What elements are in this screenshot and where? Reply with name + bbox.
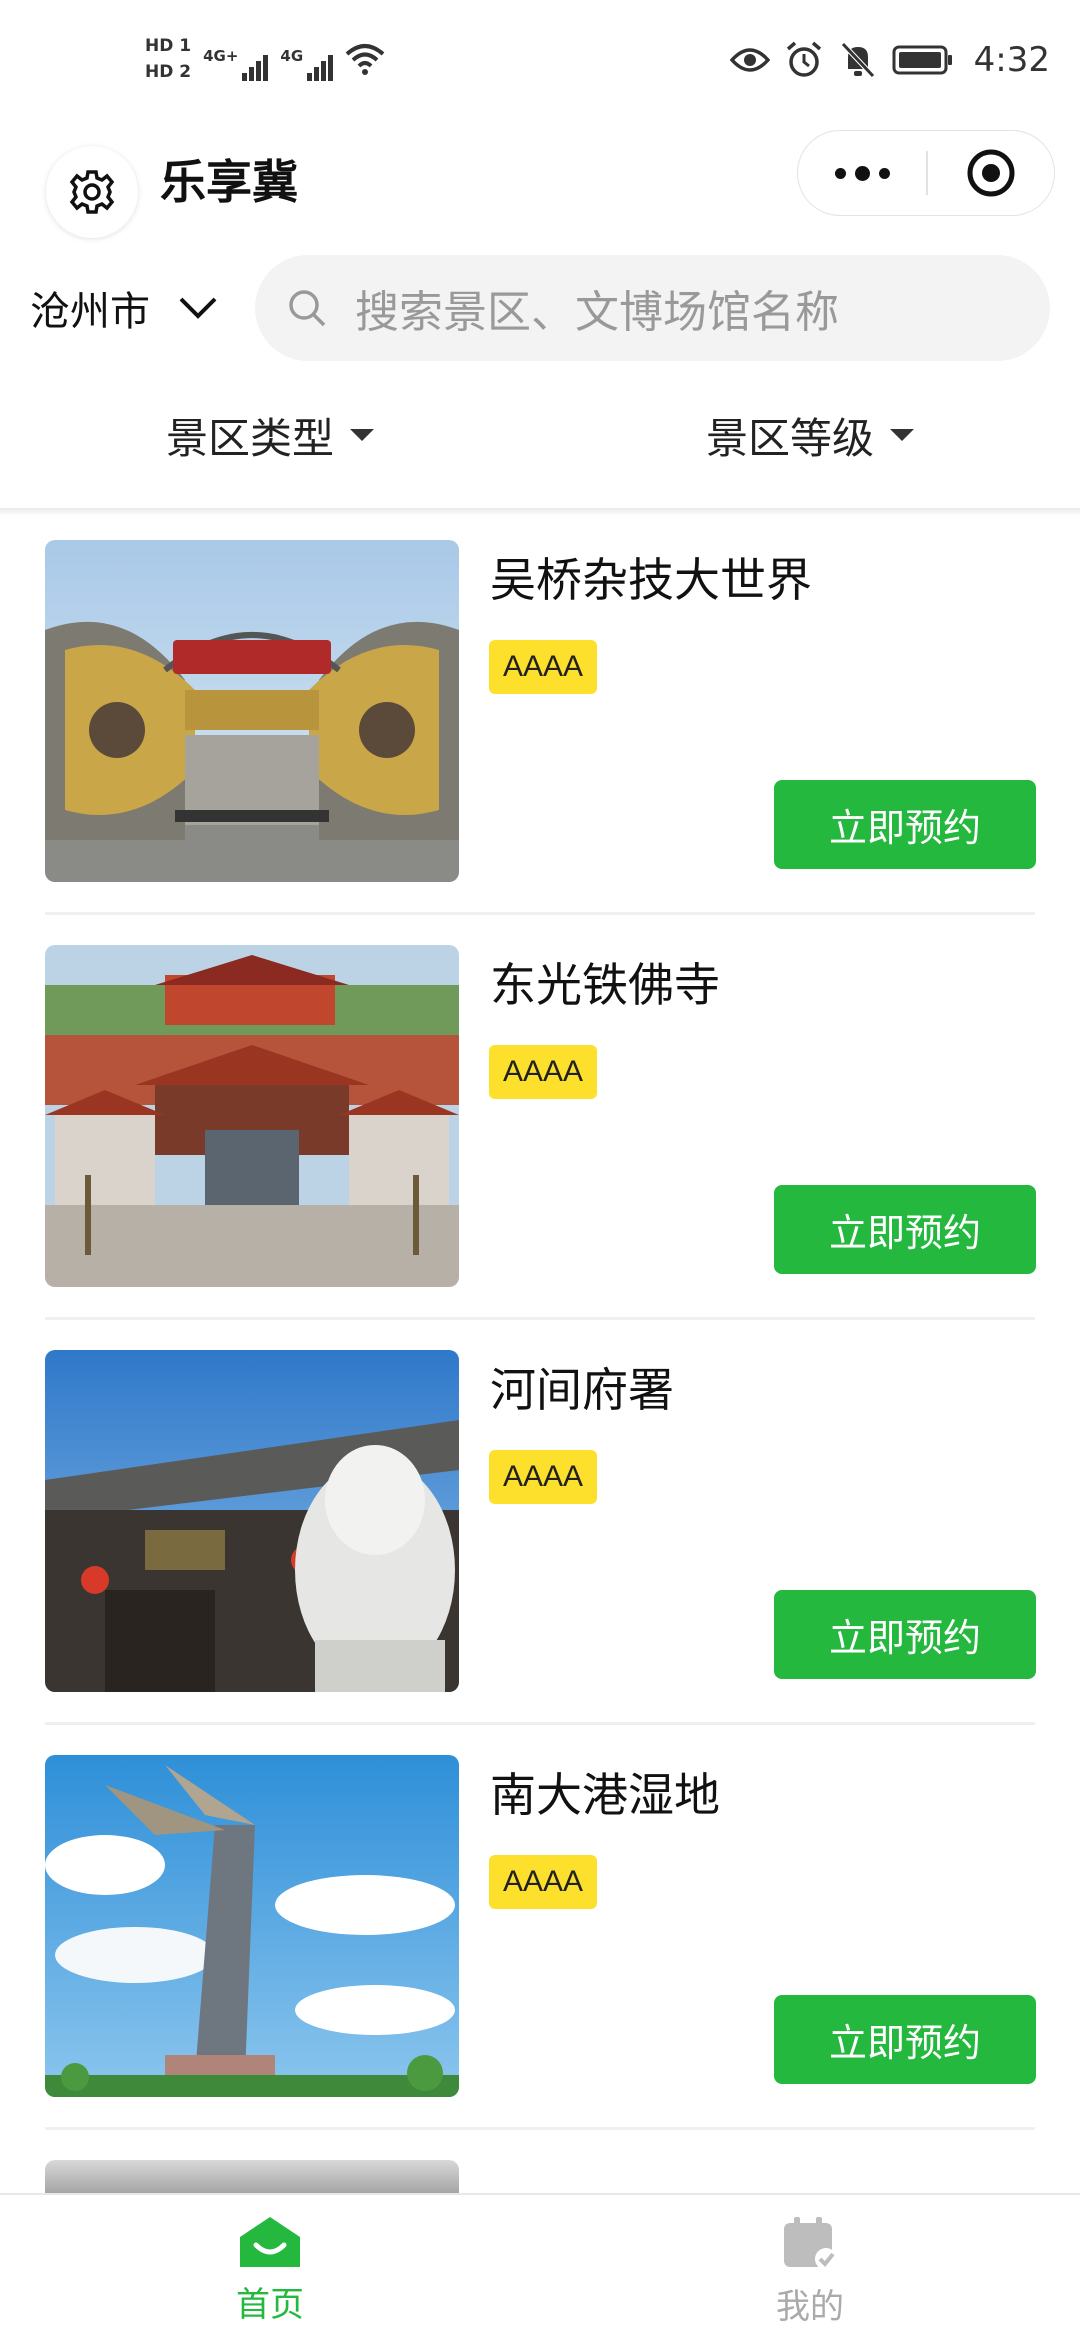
status-right: 4:32	[729, 40, 1050, 80]
miniprogram-capsule	[797, 130, 1055, 216]
search-input[interactable]: 搜索景区、文博场馆名称	[355, 276, 839, 340]
status-bar: HD 1 HD 2 4G+ 4G 4:32	[0, 0, 1080, 130]
clock-time: 4:32	[973, 40, 1050, 80]
level-badge: AAAA	[489, 1855, 598, 1909]
target-icon	[967, 149, 1015, 197]
signal2-icon: 4G	[280, 37, 334, 81]
list-divider	[45, 1317, 1035, 1320]
scenic-thumbnail[interactable]	[45, 540, 459, 882]
caret-down-icon	[890, 429, 914, 441]
city-label: 沧州市	[30, 289, 150, 335]
filter-bar: 景区类型 景区等级	[0, 395, 1080, 475]
search-icon	[285, 286, 329, 330]
list-divider	[45, 2127, 1035, 2130]
wifi-icon	[345, 39, 385, 79]
filter-scenic-level[interactable]: 景区等级	[540, 395, 1080, 475]
more-dot-icon	[854, 165, 870, 181]
calendar-check-icon	[784, 2217, 837, 2270]
signal1-icon: 4G+	[203, 37, 269, 81]
more-dot-icon	[834, 167, 846, 179]
level-badge: AAAA	[489, 1450, 598, 1504]
settings-button[interactable]	[46, 146, 138, 238]
close-miniprogram-button[interactable]	[928, 131, 1055, 215]
hd1-indicator: HD 1	[145, 36, 192, 56]
list-divider	[45, 912, 1035, 915]
net2-label: 4G	[280, 47, 304, 65]
book-now-button[interactable]: 立即预约	[774, 1590, 1036, 1679]
scenic-name: 南大港湿地	[490, 1768, 720, 1822]
level-badge: AAAA	[489, 640, 598, 694]
tab-home[interactable]: 首页	[0, 2195, 540, 2340]
chevron-down-icon	[179, 297, 217, 319]
scenic-thumbnail[interactable]	[45, 945, 459, 1287]
book-now-button[interactable]: 立即预约	[774, 780, 1036, 869]
list-divider	[45, 1722, 1035, 1725]
search-box[interactable]: 搜索景区、文博场馆名称	[255, 255, 1050, 361]
tab-home-label: 首页	[236, 2285, 304, 2325]
book-now-button[interactable]: 立即预约	[774, 1995, 1036, 2084]
list-item[interactable]: 吴桥杂技大世界 AAAA 立即预约	[0, 540, 1080, 945]
more-button[interactable]	[798, 131, 926, 215]
eye-icon	[729, 40, 770, 80]
hd2-indicator: HD 2	[145, 62, 192, 82]
scenic-name: 东光铁佛寺	[490, 958, 720, 1012]
home-icon	[240, 2217, 300, 2267]
filter-scenic-type[interactable]: 景区类型	[0, 395, 540, 475]
more-dot-icon	[878, 167, 890, 179]
scenic-name: 吴桥杂技大世界	[490, 553, 812, 607]
list-item[interactable]: 东光铁佛寺 AAAA 立即预约	[0, 945, 1080, 1350]
filter-level-label: 景区等级	[705, 413, 874, 463]
book-now-button[interactable]: 立即预约	[774, 1185, 1036, 1274]
caret-down-icon	[350, 429, 374, 441]
status-left: HD 1 HD 2 4G+ 4G	[145, 36, 385, 82]
hd-indicators: HD 1 HD 2	[145, 36, 191, 82]
alarm-icon	[784, 40, 824, 80]
list-item[interactable]: 南大港湿地 AAAA 立即预约	[0, 1755, 1080, 2160]
list-item[interactable]: 河间府署 AAAA 立即预约	[0, 1350, 1080, 1755]
mute-icon	[838, 40, 878, 80]
app-header: 乐享冀	[0, 130, 1080, 240]
level-badge: AAAA	[489, 1045, 598, 1099]
scenic-name: 河间府署	[490, 1363, 674, 1417]
filter-type-label: 景区类型	[165, 413, 334, 463]
tab-mine[interactable]: 我的	[540, 2195, 1080, 2340]
gear-icon	[69, 170, 115, 214]
scenic-thumbnail[interactable]	[45, 1755, 459, 2097]
city-selector[interactable]: 沧州市	[30, 278, 218, 338]
battery-icon	[892, 40, 954, 80]
bottom-tab-bar: 首页 我的	[0, 2193, 1080, 2340]
net1-label: 4G+	[203, 47, 239, 65]
scenic-thumbnail[interactable]	[45, 1350, 459, 1692]
page-title: 乐享冀	[160, 155, 298, 209]
filter-divider	[0, 508, 1080, 516]
tab-mine-label: 我的	[776, 2287, 844, 2327]
